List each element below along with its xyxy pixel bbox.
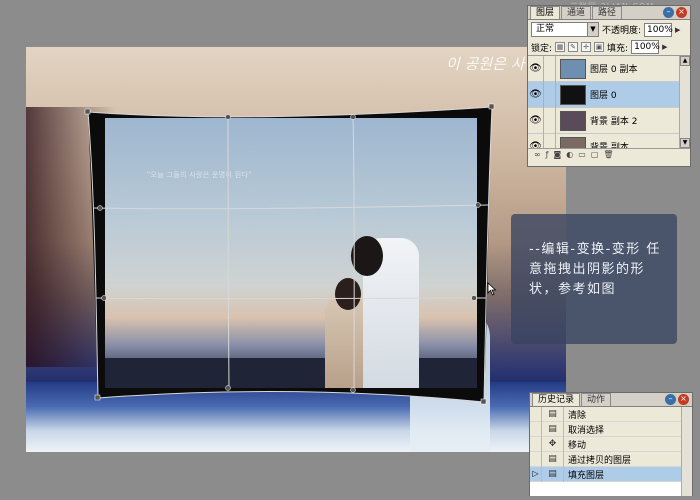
layer-row[interactable]: 👁 图层 0 副本 xyxy=(528,56,690,82)
minimize-icon[interactable]: – xyxy=(663,7,674,18)
eye-icon[interactable]: 👁 xyxy=(528,107,544,134)
history-item[interactable]: ▤ 取消选择 xyxy=(530,421,692,437)
layer-mask-icon[interactable]: ◙ xyxy=(554,150,562,159)
tip-text: --编辑-变换-变形 任意拖拽出阴影的形状，参考如图 xyxy=(529,242,661,297)
move-tool-icon: ✥ xyxy=(542,436,564,452)
close-icon[interactable]: × xyxy=(678,394,689,405)
scroll-down-icon[interactable]: ▼ xyxy=(680,138,690,148)
lock-all-icon[interactable]: ▣ xyxy=(594,42,605,52)
history-scrollbar[interactable] xyxy=(681,407,692,496)
document-icon: ▤ xyxy=(542,466,564,482)
trash-icon[interactable]: 🗑 xyxy=(603,150,613,159)
layers-bottom-toolbar: ∞ ƒ ◙ ◐ ▭ ▢ 🗑 xyxy=(528,148,690,160)
lock-position-icon[interactable]: ✛ xyxy=(581,42,592,52)
tab-paths[interactable]: 路径 xyxy=(592,6,623,19)
tab-channels[interactable]: 通道 xyxy=(561,6,592,19)
history-item[interactable]: ✥ 移动 xyxy=(530,436,692,452)
photo-man-head xyxy=(351,236,383,276)
arrow-cursor-icon xyxy=(487,282,497,296)
new-group-icon[interactable]: ▭ xyxy=(578,150,586,159)
fill-slider-arrow-icon[interactable]: ▶ xyxy=(662,43,667,51)
history-panel: 历史记录 动作 – × ▤ 清除 ▤ 取消选择 ✥ 移动 ▤ 通过拷贝的图层 ▷ xyxy=(529,392,693,496)
layer-thumbnail xyxy=(560,110,586,131)
eye-icon[interactable]: 👁 xyxy=(528,133,544,148)
blend-mode-value: 正常 xyxy=(536,24,555,34)
opacity-label: 不透明度: xyxy=(602,26,642,36)
blend-row: 正常 ▼ 不透明度: 100% ▶ xyxy=(528,20,690,39)
snapshot-source-slot[interactable] xyxy=(530,421,542,437)
history-list: ▤ 清除 ▤ 取消选择 ✥ 移动 ▤ 通过拷贝的图层 ▷ ▤ 填充图层 xyxy=(530,407,692,496)
layer-style-icon[interactable]: ƒ xyxy=(546,150,549,159)
photo-caption: "오늘 그들의 사랑은 운명이 된다" xyxy=(147,171,252,179)
eye-icon[interactable]: 👁 xyxy=(528,56,544,82)
history-item-label: 填充图层 xyxy=(568,470,605,481)
layer-row[interactable]: 👁 背景 副本 xyxy=(528,133,690,148)
tab-actions[interactable]: 动作 xyxy=(581,393,612,406)
opacity-input[interactable]: 100% xyxy=(644,22,673,37)
link-layers-icon[interactable]: ∞ xyxy=(534,150,541,159)
layer-row[interactable]: 👁 背景 副本 2 xyxy=(528,107,690,134)
history-item[interactable]: ▤ 清除 xyxy=(530,407,692,422)
photo-woman-head xyxy=(335,278,361,310)
tab-layers[interactable]: 图层 xyxy=(530,6,561,19)
fill-input[interactable]: 100% xyxy=(631,40,660,54)
layer-name: 背景 副本 xyxy=(590,143,629,148)
link-slot[interactable] xyxy=(544,133,556,148)
chevron-down-icon[interactable]: ▼ xyxy=(587,23,598,36)
layer-thumbnail xyxy=(560,58,586,79)
history-item-label: 通过拷贝的图层 xyxy=(568,455,632,466)
layer-list: 👁 图层 0 副本 👁 图层 0 👁 背景 副本 2 👁 背景 副本 ▲ ▼ xyxy=(528,56,690,148)
snapshot-source-slot[interactable] xyxy=(530,407,542,422)
history-item-label: 取消选择 xyxy=(568,425,605,436)
link-slot[interactable] xyxy=(544,56,556,82)
history-item[interactable]: ▤ 通过拷贝的图层 xyxy=(530,451,692,467)
minimize-icon[interactable]: – xyxy=(665,394,676,405)
document-icon: ▤ xyxy=(542,407,564,422)
blend-mode-select[interactable]: 正常 ▼ xyxy=(531,22,599,37)
canvas-shadow-area xyxy=(26,107,116,367)
scroll-up-icon[interactable]: ▲ xyxy=(680,56,690,66)
adjustment-layer-icon[interactable]: ◐ xyxy=(566,150,573,159)
layer-name: 图层 0 副本 xyxy=(590,65,638,75)
link-slot[interactable] xyxy=(544,81,556,108)
tip-box: --编辑-变换-变形 任意拖拽出阴影的形状，参考如图 xyxy=(511,214,677,344)
snapshot-source-slot[interactable] xyxy=(530,451,542,467)
photo-layer[interactable]: "오늘 그들의 사랑은 운명이 된다" xyxy=(105,118,477,388)
lock-label: 锁定: xyxy=(531,43,553,54)
lock-transparency-icon[interactable]: ▦ xyxy=(555,42,566,52)
history-item-label: 移动 xyxy=(568,440,587,451)
lock-image-icon[interactable]: ✎ xyxy=(568,42,579,52)
photo-hills xyxy=(105,358,477,388)
eye-icon[interactable]: 👁 xyxy=(528,81,544,108)
layer-thumbnail xyxy=(560,84,586,105)
layer-thumbnail xyxy=(560,136,586,148)
history-item-label: 清除 xyxy=(568,410,587,421)
layers-panel-tabbar: 图层 通道 路径 – × xyxy=(528,6,690,20)
link-slot[interactable] xyxy=(544,107,556,134)
lock-row: 锁定: ▦ ✎ ✛ ▣ 填充: 100% ▶ xyxy=(528,39,690,56)
snapshot-source-slot[interactable] xyxy=(530,436,542,452)
history-panel-tabbar: 历史记录 动作 – × xyxy=(530,393,692,407)
layers-scrollbar[interactable]: ▲ ▼ xyxy=(679,56,690,148)
layer-name: 背景 副本 2 xyxy=(590,117,638,127)
layer-name: 图层 0 xyxy=(590,91,617,101)
document-icon: ▤ xyxy=(542,421,564,437)
fill-label: 填充: xyxy=(607,43,629,54)
layer-row-selected[interactable]: 👁 图层 0 xyxy=(528,81,690,108)
opacity-slider-arrow-icon[interactable]: ▶ xyxy=(675,26,680,34)
document-icon: ▤ xyxy=(542,451,564,467)
history-state-marker-icon[interactable]: ▷ xyxy=(530,466,542,482)
close-icon[interactable]: × xyxy=(676,7,687,18)
new-layer-icon[interactable]: ▢ xyxy=(591,150,599,159)
history-item-selected[interactable]: ▷ ▤ 填充图层 xyxy=(530,466,692,482)
tab-history[interactable]: 历史记录 xyxy=(532,393,581,406)
layers-panel: 图层 通道 路径 – × 正常 ▼ 不透明度: 100% ▶ 锁定: ▦ ✎ ✛… xyxy=(527,5,691,167)
